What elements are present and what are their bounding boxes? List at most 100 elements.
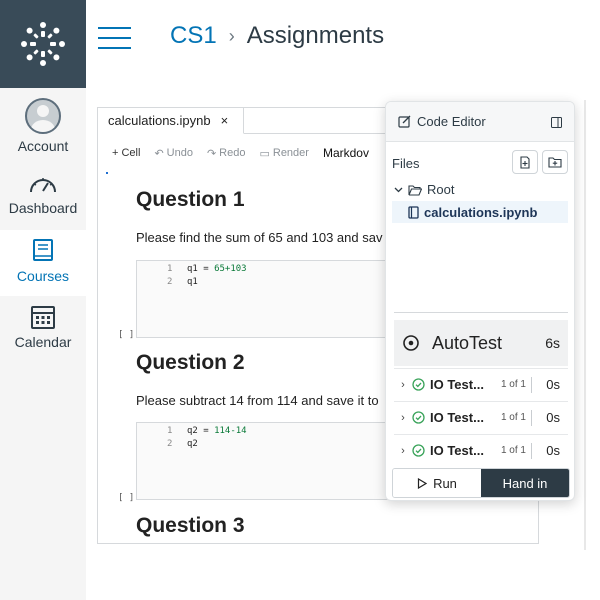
code-text: q2 = [187,426,215,436]
check-circle-icon [412,444,425,457]
cursor-marker [106,172,108,174]
line-number: 1 [167,426,173,436]
code-text: q1 = [187,264,215,274]
gauge-icon [30,178,56,193]
undo-label: Undo [166,147,193,159]
nav-item-account[interactable]: Account [0,90,86,156]
notebook-file-icon [408,205,419,219]
test-row[interactable]: › IO Test... 1 of 1 0s [394,368,568,400]
user-avatar [25,98,61,134]
undo-button[interactable]: ↶ Undo [154,147,193,160]
run-button[interactable]: Run [393,469,481,497]
test-time: 0s [546,377,560,392]
folder-open-icon [408,184,422,196]
panel-divider [394,312,568,313]
autotest-status-icon [403,335,419,351]
code-editor-panel: Code Editor Files Root calculations.ipyn… [385,101,575,501]
code-number: 114-14 [214,426,247,436]
test-name: IO Test... [430,377,484,392]
nav-item-label: Dashboard [8,200,78,216]
code-line: q1 [187,277,198,287]
undo-icon: ↶ [154,147,164,160]
test-count: 1 of 1 [500,445,526,456]
tree-file-item[interactable]: calculations.ipynb [392,201,568,223]
chevron-down-icon [394,187,403,193]
render-label: Render [272,147,309,159]
render-button[interactable]: ▭ Render [259,147,308,160]
breadcrumb-course-link[interactable]: CS1 [170,22,217,50]
nav-item-calendar[interactable]: Calendar [0,296,86,362]
chevron-right-icon: › [401,411,405,424]
nav-item-label: Courses [16,268,70,284]
code-editor-header: Code Editor [386,102,574,142]
new-file-button[interactable] [512,150,538,174]
notebook-tab[interactable]: calculations.ipynb × [98,108,244,134]
autotest-label: AutoTest [432,332,503,353]
code-line: q1 = 65+103 [187,264,247,274]
divider [531,443,532,459]
divider [531,377,532,393]
new-file-icon [520,155,530,169]
cell-2-prompt: [ ] [118,493,135,503]
chevron-right-icon: › [401,444,405,457]
autotest-header[interactable]: AutoTest 6s [394,320,568,366]
nav-item-label: Calendar [14,334,72,350]
question-2-title: Question 2 [136,351,245,374]
nav-item-dashboard[interactable]: Dashboard [0,164,86,230]
test-row[interactable]: › IO Test... 1 of 1 0s [394,401,568,433]
tree-root-label: Root [427,182,455,197]
chevron-right-icon: › [401,378,405,391]
global-navigation: Account Dashboard Courses Calendar [0,0,86,600]
breadcrumb-current: Assignments [246,22,385,49]
question-1-text: Please find the sum of 65 and 103 and sa… [136,230,383,245]
panel-actions: Run Hand in [392,468,570,498]
test-count: 1 of 1 [500,412,526,423]
play-icon [417,477,428,489]
close-tab-icon[interactable]: × [221,113,229,128]
tree-root-folder[interactable]: Root [394,182,454,197]
markdown-button[interactable]: Markdov [323,146,369,160]
files-label: Files [392,155,420,171]
canvas-logo[interactable] [0,0,86,88]
check-circle-icon [412,378,425,391]
cell-1-prompt: [ ] [118,330,135,340]
nav-item-label: Account [17,138,69,154]
redo-label: Redo [219,147,246,159]
test-name: IO Test... [430,410,484,425]
book-icon [33,239,53,261]
test-row[interactable]: › IO Test... 1 of 1 0s [394,434,568,466]
test-count: 1 of 1 [500,379,526,390]
new-folder-icon [548,157,562,168]
autotest-duration: 6s [545,335,560,351]
line-number: 1 [167,264,173,274]
breadcrumb: CS1 › Assignments [170,22,384,50]
render-icon: ▭ [259,147,270,160]
redo-button[interactable]: ↷ Redo [207,147,246,160]
hamburger-menu-button[interactable] [98,27,131,49]
line-number: 2 [167,277,173,287]
canvas-logo-icon [21,22,65,66]
edit-icon [398,115,411,128]
test-time: 0s [546,443,560,458]
code-editor-title: Code Editor [417,114,486,129]
code-number: 65+103 [214,264,247,274]
test-name: IO Test... [430,443,484,458]
add-cell-button[interactable]: + Cell [112,147,140,159]
collapse-panel-icon[interactable] [551,117,562,128]
check-circle-icon [412,411,425,424]
calendar-icon [31,306,55,329]
tree-file-label: calculations.ipynb [424,204,538,220]
divider [531,410,532,426]
nav-item-courses[interactable]: Courses [0,230,86,296]
run-label: Run [433,475,457,491]
line-number: 2 [167,439,173,449]
new-folder-button[interactable] [542,150,568,174]
question-1-title: Question 1 [136,188,245,211]
redo-icon: ↷ [206,147,217,160]
code-line: q2 = 114-14 [187,426,247,436]
question-2-text: Please subtract 14 from 114 and save it … [136,393,379,408]
breadcrumb-separator: › [228,25,235,46]
notebook-tab-label: calculations.ipynb [108,113,211,128]
question-3-title: Question 3 [136,514,245,537]
hand-in-button[interactable]: Hand in [481,469,569,497]
